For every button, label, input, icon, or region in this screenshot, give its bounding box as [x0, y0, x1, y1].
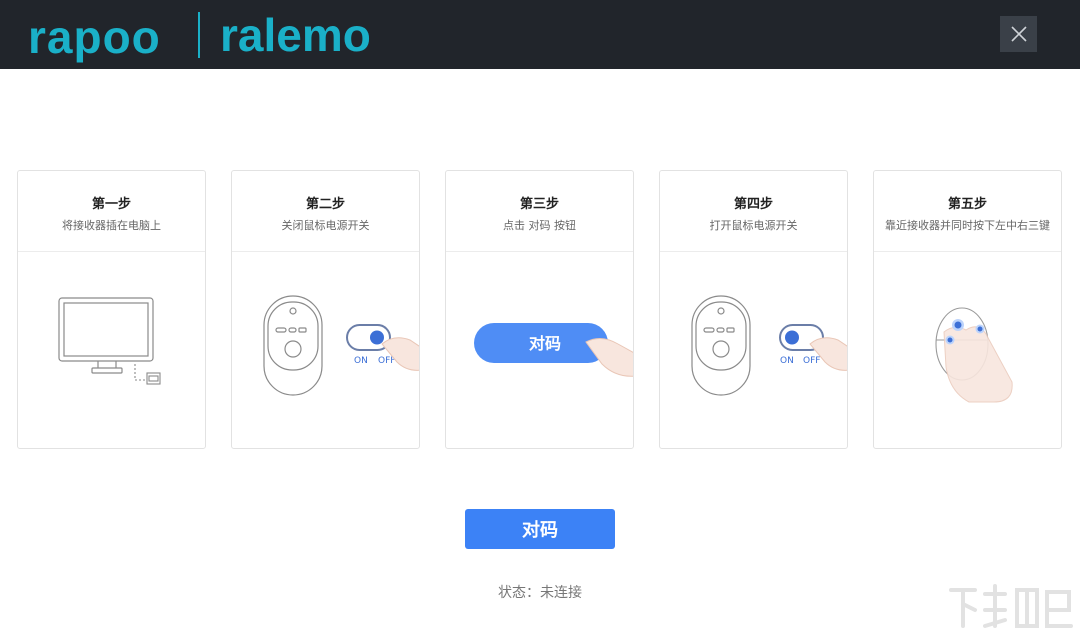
step-header: 第一步 将接收器插在电脑上 — [18, 171, 205, 252]
step-title: 第二步 — [305, 197, 345, 212]
hand-icon — [943, 326, 1013, 403]
step-desc: 关闭鼠标电源开关 — [281, 219, 370, 232]
rapoo-logo: rapoo — [28, 11, 161, 63]
switch-on-label: ON — [354, 356, 368, 366]
press-three-buttons-illustration — [874, 252, 1061, 448]
monitor-icon — [58, 297, 154, 374]
monitor-receiver-illustration — [18, 252, 205, 448]
step-desc: 点击 对码 按钮 — [503, 219, 576, 232]
step-title: 第四步 — [733, 197, 773, 212]
step-title: 第三步 — [519, 197, 559, 212]
step-card-2: 第二步 关闭鼠标电源开关 ON OFF — [231, 170, 423, 449]
switch-off-label: OFF — [803, 356, 820, 366]
logo-divider — [198, 12, 200, 58]
close-icon — [1010, 26, 1027, 42]
step-header: 第二步 关闭鼠标电源开关 — [232, 171, 419, 252]
mouse-icon — [263, 295, 323, 396]
title-bar: rapoo ralemo — [0, 0, 1080, 69]
step-title: 第五步 — [947, 197, 987, 212]
ralemo-logo: ralemo — [220, 9, 371, 61]
mouse-off-illustration: ON OFF — [232, 252, 423, 448]
pair-button[interactable]: 对码 — [465, 509, 615, 549]
step-desc: 将接收器插在电脑上 — [62, 219, 161, 232]
mouse-on-illustration: ON OFF — [660, 252, 851, 448]
connection-status: 状态：未连接 — [498, 585, 582, 601]
switch-on-label: ON — [780, 356, 794, 366]
step-card-4: 第四步 打开鼠标电源开关 ON OFF — [659, 170, 851, 449]
usb-receiver-icon — [134, 364, 161, 385]
step-card-3: 第三步 点击 对码 按钮 对码 — [445, 170, 637, 449]
step-header: 第四步 打开鼠标电源开关 — [660, 171, 847, 252]
step-title: 第一步 — [91, 197, 131, 212]
step-card-1: 第一步 将接收器插在电脑上 — [17, 170, 206, 449]
mouse-icon — [691, 295, 751, 396]
step-desc: 打开鼠标电源开关 — [709, 219, 798, 232]
watermark-logo — [949, 584, 1073, 628]
pair-pill-label: 对码 — [529, 334, 561, 353]
close-button[interactable] — [1000, 16, 1037, 52]
press-pair-illustration: 对码 — [446, 252, 637, 448]
step-desc: 靠近接收器并同时按下左中右三键 — [885, 219, 1050, 232]
step-card-5: 第五步 靠近接收器并同时按下左中右三键 — [873, 170, 1062, 449]
step-header: 第五步 靠近接收器并同时按下左中右三键 — [874, 171, 1061, 252]
step-header: 第三步 点击 对码 按钮 — [446, 171, 633, 252]
